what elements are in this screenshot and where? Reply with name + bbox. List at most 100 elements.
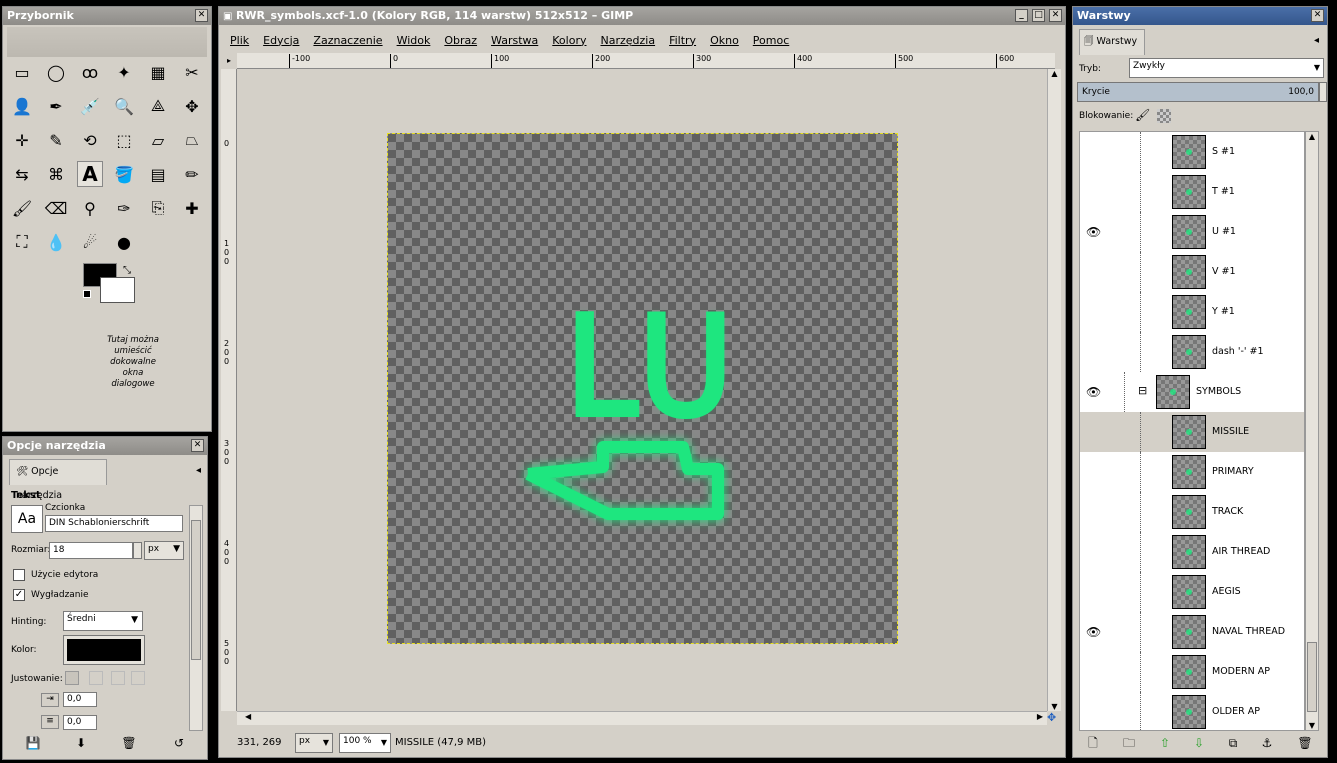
navigate-icon[interactable]: ✥ [1047, 711, 1061, 725]
unit-select[interactable]: px ▼ [295, 733, 333, 753]
rect-select-tool-icon[interactable]: ▭ [9, 59, 35, 85]
scroll-down-icon[interactable]: ▼ [1048, 702, 1061, 711]
clone-tool-icon[interactable]: ⎘ [145, 195, 171, 221]
menu-item[interactable]: Narzędzia [593, 34, 662, 47]
image-titlebar[interactable]: ▣ RWR_symbols.xcf-1.0 (Kolory RGB, 114 w… [219, 7, 1065, 25]
paths-tool-icon[interactable]: ✒ [43, 93, 69, 119]
shear-tool-icon[interactable]: ▱ [145, 127, 171, 153]
layer-row[interactable]: 👁 U #1 [1080, 212, 1304, 252]
vertical-scrollbar[interactable]: ▲ ▼ [1047, 69, 1061, 711]
horizontal-scrollbar[interactable]: ◀ ▶ [237, 711, 1047, 725]
blur-tool-icon[interactable]: 💧 [43, 229, 69, 255]
cage-tool-icon[interactable]: ⌘ [43, 161, 69, 187]
save-options-icon[interactable]: 💾 [25, 735, 41, 751]
lock-alpha-icon[interactable] [1157, 109, 1171, 123]
pencil-tool-icon[interactable]: ✏ [179, 161, 205, 187]
layer-row[interactable]: V #1 [1080, 252, 1304, 292]
crop-tool-icon[interactable]: ✎ [43, 127, 69, 153]
close-button[interactable]: ✕ [195, 9, 208, 22]
raise-layer-icon[interactable]: ⇧ [1157, 735, 1173, 751]
ruler-corner-icon[interactable]: ▸ [221, 53, 237, 69]
zoom-select[interactable]: 100 % ▼ [339, 733, 391, 753]
perspective-clone-tool-icon[interactable]: ⛶ [9, 229, 35, 255]
layer-row[interactable]: TRACK [1080, 492, 1304, 532]
bucket-fill-tool-icon[interactable]: 🪣 [111, 161, 137, 187]
menu-item[interactable]: Kolory [545, 34, 593, 47]
menu-item[interactable]: Zaznaczenie [306, 34, 389, 47]
tab-menu-icon[interactable]: ◂ [1314, 35, 1319, 46]
size-spinner[interactable] [133, 542, 142, 559]
menu-item[interactable]: Obraz [437, 34, 484, 47]
blend-tool-icon[interactable]: ▤ [145, 161, 171, 187]
dodge-burn-tool-icon[interactable]: ● [111, 229, 137, 255]
opacity-spinner[interactable] [1319, 82, 1327, 102]
size-unit-select[interactable]: px ▼ [144, 541, 184, 560]
font-input[interactable]: DIN Schablonierschrift [45, 515, 183, 532]
antialias-checkbox[interactable]: ✓ [13, 589, 25, 601]
perspective-tool-icon[interactable]: ⏢ [179, 127, 205, 153]
font-preview-button[interactable]: Aa [11, 505, 43, 533]
mode-select[interactable]: Zwykły ▼ [1129, 58, 1324, 78]
default-colors-icon[interactable] [83, 290, 91, 298]
layer-row[interactable]: PRIMARY [1080, 452, 1304, 492]
scale-tool-icon[interactable]: ⬚ [111, 127, 137, 153]
color-button[interactable] [63, 635, 145, 665]
color-picker-tool-icon[interactable]: 💉 [77, 93, 103, 119]
new-layer-icon[interactable]: 🗋 [1085, 735, 1101, 751]
duplicate-layer-icon[interactable]: ⧉ [1225, 735, 1241, 751]
layer-row[interactable]: OLDER AP [1080, 692, 1304, 730]
hinting-select[interactable]: Średni ▼ [63, 611, 143, 631]
size-input[interactable]: 18 [49, 542, 133, 559]
heal-tool-icon[interactable]: ✚ [179, 195, 205, 221]
tab-menu-icon[interactable]: ◂ [196, 465, 201, 476]
layer-row[interactable]: S #1 [1080, 132, 1304, 172]
menu-item[interactable]: Edycja [256, 34, 306, 47]
line-spacing-input[interactable]: 0,0 [63, 715, 97, 730]
scroll-up-icon[interactable]: ▲ [1306, 132, 1318, 141]
layer-row[interactable]: dash '-' #1 [1080, 332, 1304, 372]
text-tool-icon[interactable]: A [77, 161, 103, 187]
justify-right-button[interactable] [89, 671, 103, 685]
scroll-right-icon[interactable]: ▶ [1037, 712, 1043, 721]
indent-input[interactable]: 0,0 [63, 692, 97, 707]
measure-tool-icon[interactable]: ⟁ [145, 93, 171, 119]
reset-options-icon[interactable]: ↺ [171, 735, 187, 751]
airbrush-tool-icon[interactable]: ⚲ [77, 195, 103, 221]
align-tool-icon[interactable]: ✛ [9, 127, 35, 153]
layer-row[interactable]: T #1 [1080, 172, 1304, 212]
layer-row[interactable]: 👁 ⊟ SYMBOLS [1080, 372, 1304, 412]
ink-tool-icon[interactable]: ✑ [111, 195, 137, 221]
justify-fill-button[interactable] [131, 671, 145, 685]
foreground-select-tool-icon[interactable]: 👤 [9, 93, 35, 119]
maximize-button[interactable]: □ [1032, 9, 1045, 22]
smudge-tool-icon[interactable]: ☄ [77, 229, 103, 255]
scissors-tool-icon[interactable]: ✂ [179, 59, 205, 85]
vertical-ruler[interactable]: 0 100 200 300 400 500 [221, 69, 237, 711]
flip-tool-icon[interactable]: ⇆ [9, 161, 35, 187]
layer-row[interactable]: AEGIS [1080, 572, 1304, 612]
visibility-eye-icon[interactable]: 👁 [1086, 625, 1101, 639]
anchor-layer-icon[interactable]: ⚓ [1259, 735, 1275, 751]
canvas-area[interactable]: LU [237, 69, 1055, 711]
delete-options-icon[interactable]: 🗑 [121, 735, 137, 751]
eraser-tool-icon[interactable]: ⌫ [43, 195, 69, 221]
tab-tool-options[interactable]: 🛠 Opcje narzędzia [9, 459, 107, 501]
move-tool-icon[interactable]: ✥ [179, 93, 205, 119]
scroll-thumb[interactable] [191, 520, 201, 660]
scroll-thumb[interactable] [1307, 642, 1317, 712]
delete-layer-icon[interactable]: 🗑 [1297, 735, 1313, 751]
collapse-group-icon[interactable]: ⊟ [1138, 384, 1147, 397]
minimize-button[interactable]: _ [1015, 9, 1028, 22]
image-canvas[interactable]: LU [387, 133, 898, 644]
layer-list[interactable]: S #1 T #1 👁 U #1 V #1 Y #1 dash '-' #1 👁 ⊟ SYMBOL… [1079, 131, 1305, 731]
scroll-down-icon[interactable]: ▼ [1306, 721, 1318, 730]
use-editor-checkbox[interactable] [13, 569, 25, 581]
layer-row[interactable]: MISSILE [1080, 412, 1304, 452]
layer-row[interactable]: MODERN AP [1080, 652, 1304, 692]
layers-scrollbar[interactable]: ▲ ▼ [1305, 131, 1319, 731]
layers-titlebar[interactable]: Warstwy ✕ [1073, 7, 1327, 25]
fuzzy-select-tool-icon[interactable]: ✦ [111, 59, 137, 85]
menu-item[interactable]: Pomoc [746, 34, 796, 47]
close-button[interactable]: ✕ [1311, 9, 1324, 22]
justify-left-button[interactable] [65, 671, 79, 685]
